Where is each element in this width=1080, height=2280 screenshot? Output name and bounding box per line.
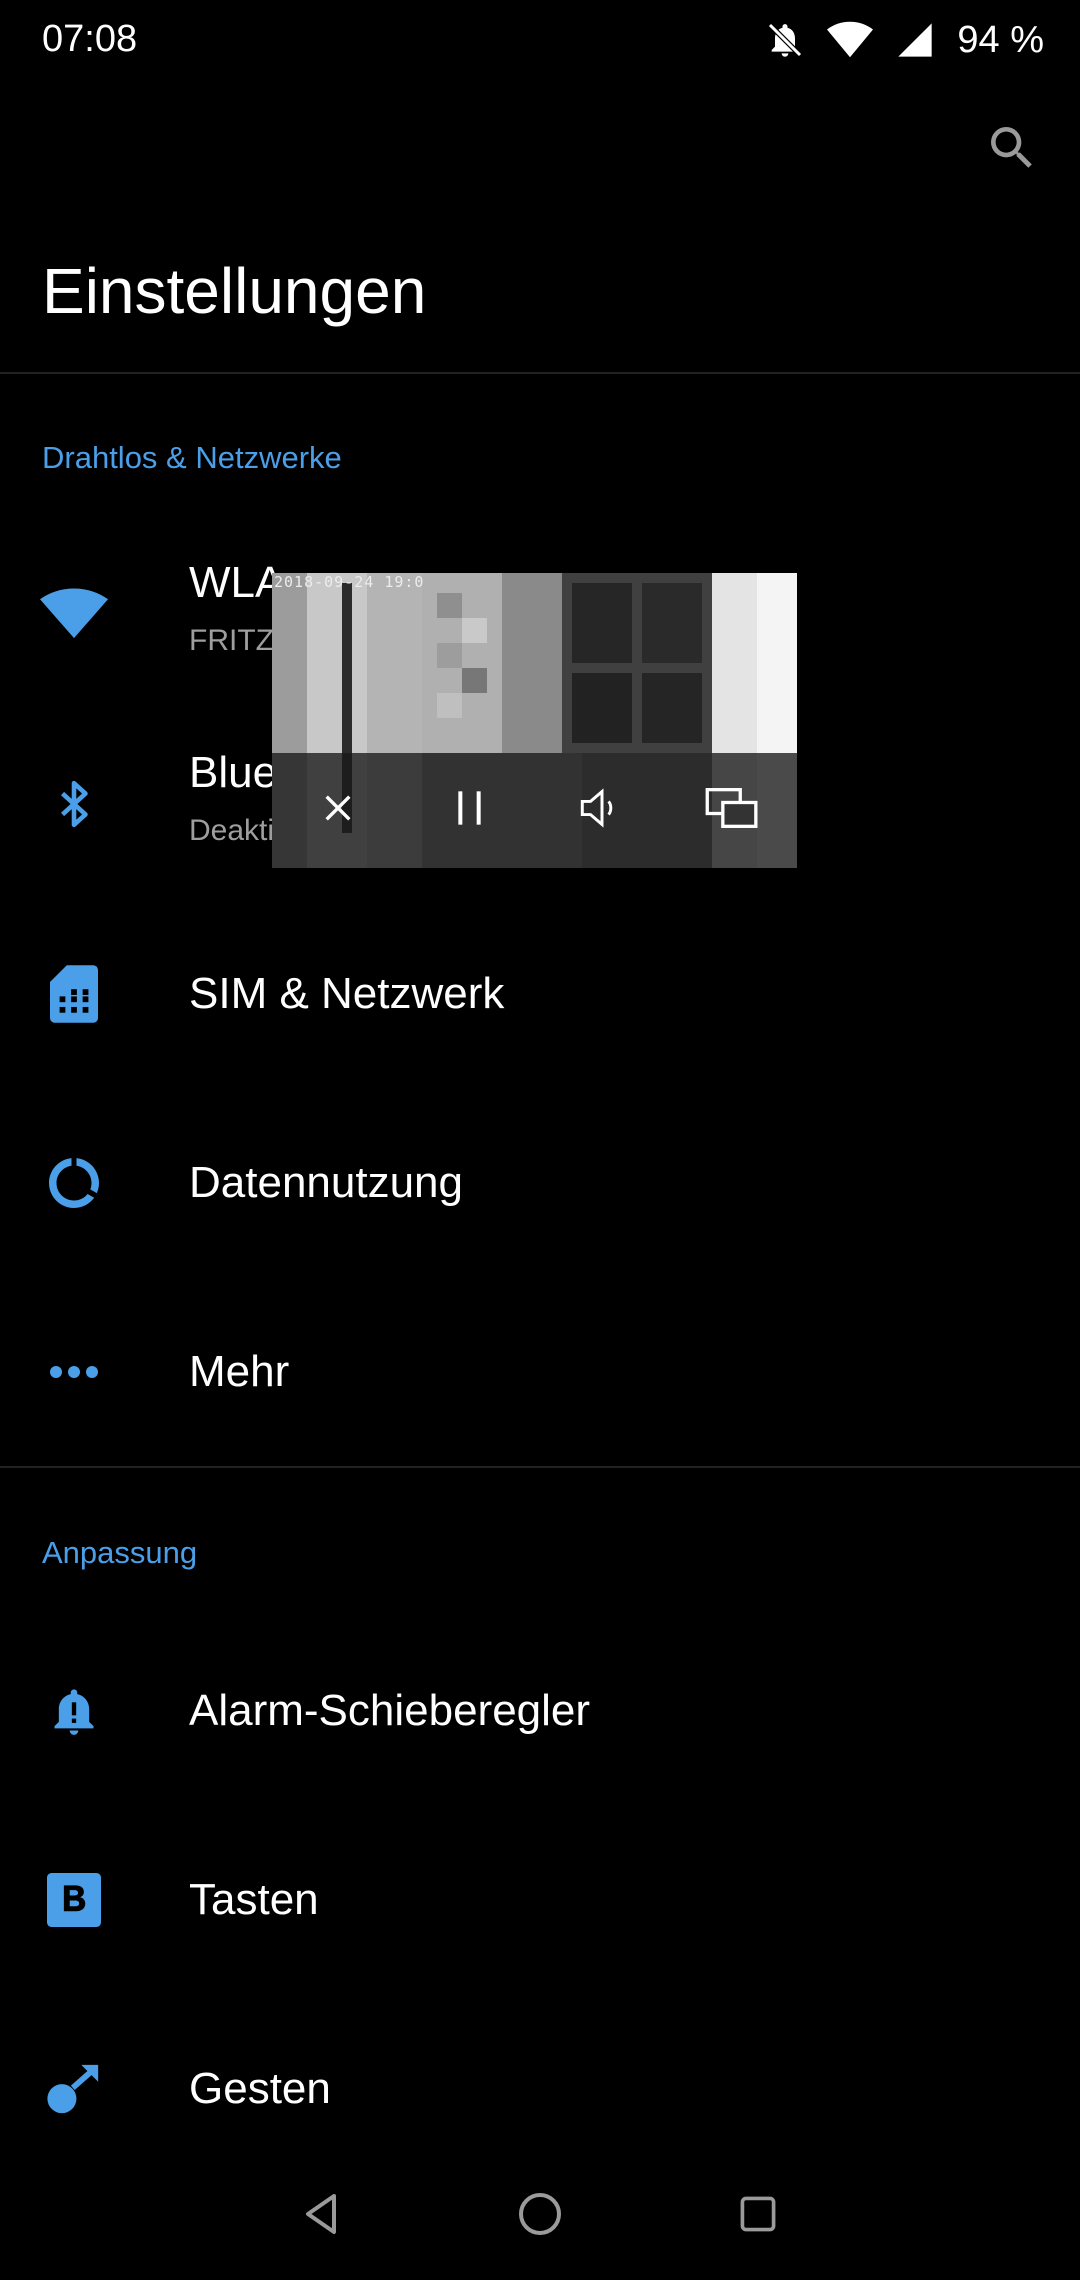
alert-bell-icon bbox=[38, 1675, 110, 1747]
alert-slider-label: Alarm-Schieberegler bbox=[189, 1686, 591, 1735]
wifi-icon bbox=[827, 20, 874, 60]
settings-item-more[interactable]: Mehr bbox=[0, 1278, 1080, 1466]
pip-fullscreen-button[interactable] bbox=[682, 753, 782, 868]
pip-pause-button[interactable] bbox=[420, 753, 520, 868]
settings-item-buttons[interactable]: Tasten bbox=[0, 1806, 1080, 1994]
pip-volume-button[interactable] bbox=[552, 753, 652, 868]
pip-video-window[interactable]: 2018-09-24 19:0 bbox=[272, 573, 797, 868]
gestures-label: Gesten bbox=[189, 2064, 331, 2113]
section-header-wireless: Drahtlos & Netzwerke bbox=[42, 440, 342, 475]
page-title: Einstellungen bbox=[42, 255, 427, 327]
close-icon bbox=[321, 791, 355, 830]
wlan-label: WLA bbox=[189, 558, 285, 607]
search-icon bbox=[984, 120, 1040, 181]
pause-icon bbox=[453, 788, 487, 833]
status-icons: 94 % bbox=[765, 16, 1044, 64]
fullscreen-icon bbox=[704, 786, 760, 835]
bell-off-icon bbox=[765, 20, 805, 60]
cellular-signal-icon bbox=[895, 20, 935, 60]
bluetooth-subtitle: Deakti bbox=[189, 814, 275, 847]
section-header-customization: Anpassung bbox=[42, 1535, 198, 1570]
wlan-subtitle: FRITZ! bbox=[189, 624, 283, 657]
home-icon bbox=[516, 2190, 564, 2243]
gesture-icon bbox=[38, 2053, 110, 2125]
back-icon bbox=[298, 2190, 346, 2243]
divider bbox=[0, 1466, 1080, 1468]
status-time: 07:08 bbox=[42, 18, 138, 60]
divider bbox=[0, 372, 1080, 374]
settings-item-alert-slider[interactable]: Alarm-Schieberegler bbox=[0, 1617, 1080, 1805]
nav-home-button[interactable] bbox=[500, 2176, 580, 2256]
pip-close-button[interactable] bbox=[288, 753, 388, 868]
data-usage-icon bbox=[38, 1147, 110, 1219]
wifi-icon bbox=[38, 578, 110, 650]
bluetooth-icon bbox=[38, 768, 110, 840]
bluetooth-label: Blue bbox=[189, 748, 278, 797]
pip-timestamp: 2018-09-24 19:0 bbox=[274, 573, 425, 591]
buttons-b-icon bbox=[38, 1864, 110, 1936]
data-usage-label: Datennutzung bbox=[189, 1158, 463, 1207]
sim-network-label: SIM & Netzwerk bbox=[189, 969, 505, 1018]
search-button[interactable] bbox=[980, 118, 1044, 182]
battery-percentage: 94 % bbox=[957, 18, 1044, 61]
nav-back-button[interactable] bbox=[282, 2176, 362, 2256]
nav-recents-button[interactable] bbox=[718, 2176, 798, 2256]
settings-item-data-usage[interactable]: Datennutzung bbox=[0, 1089, 1080, 1277]
more-dots-icon bbox=[38, 1336, 110, 1408]
sim-card-icon bbox=[38, 958, 110, 1030]
navigation-bar bbox=[0, 2156, 1080, 2280]
pip-controls bbox=[272, 753, 797, 868]
volume-icon bbox=[579, 788, 625, 833]
status-bar: 07:08 94 % bbox=[0, 0, 1080, 80]
buttons-label: Tasten bbox=[189, 1875, 319, 1924]
recents-icon bbox=[736, 2192, 780, 2241]
more-label: Mehr bbox=[189, 1347, 290, 1396]
settings-item-gestures[interactable]: Gesten bbox=[0, 1995, 1080, 2183]
settings-item-sim-network[interactable]: SIM & Netzwerk bbox=[0, 900, 1080, 1088]
